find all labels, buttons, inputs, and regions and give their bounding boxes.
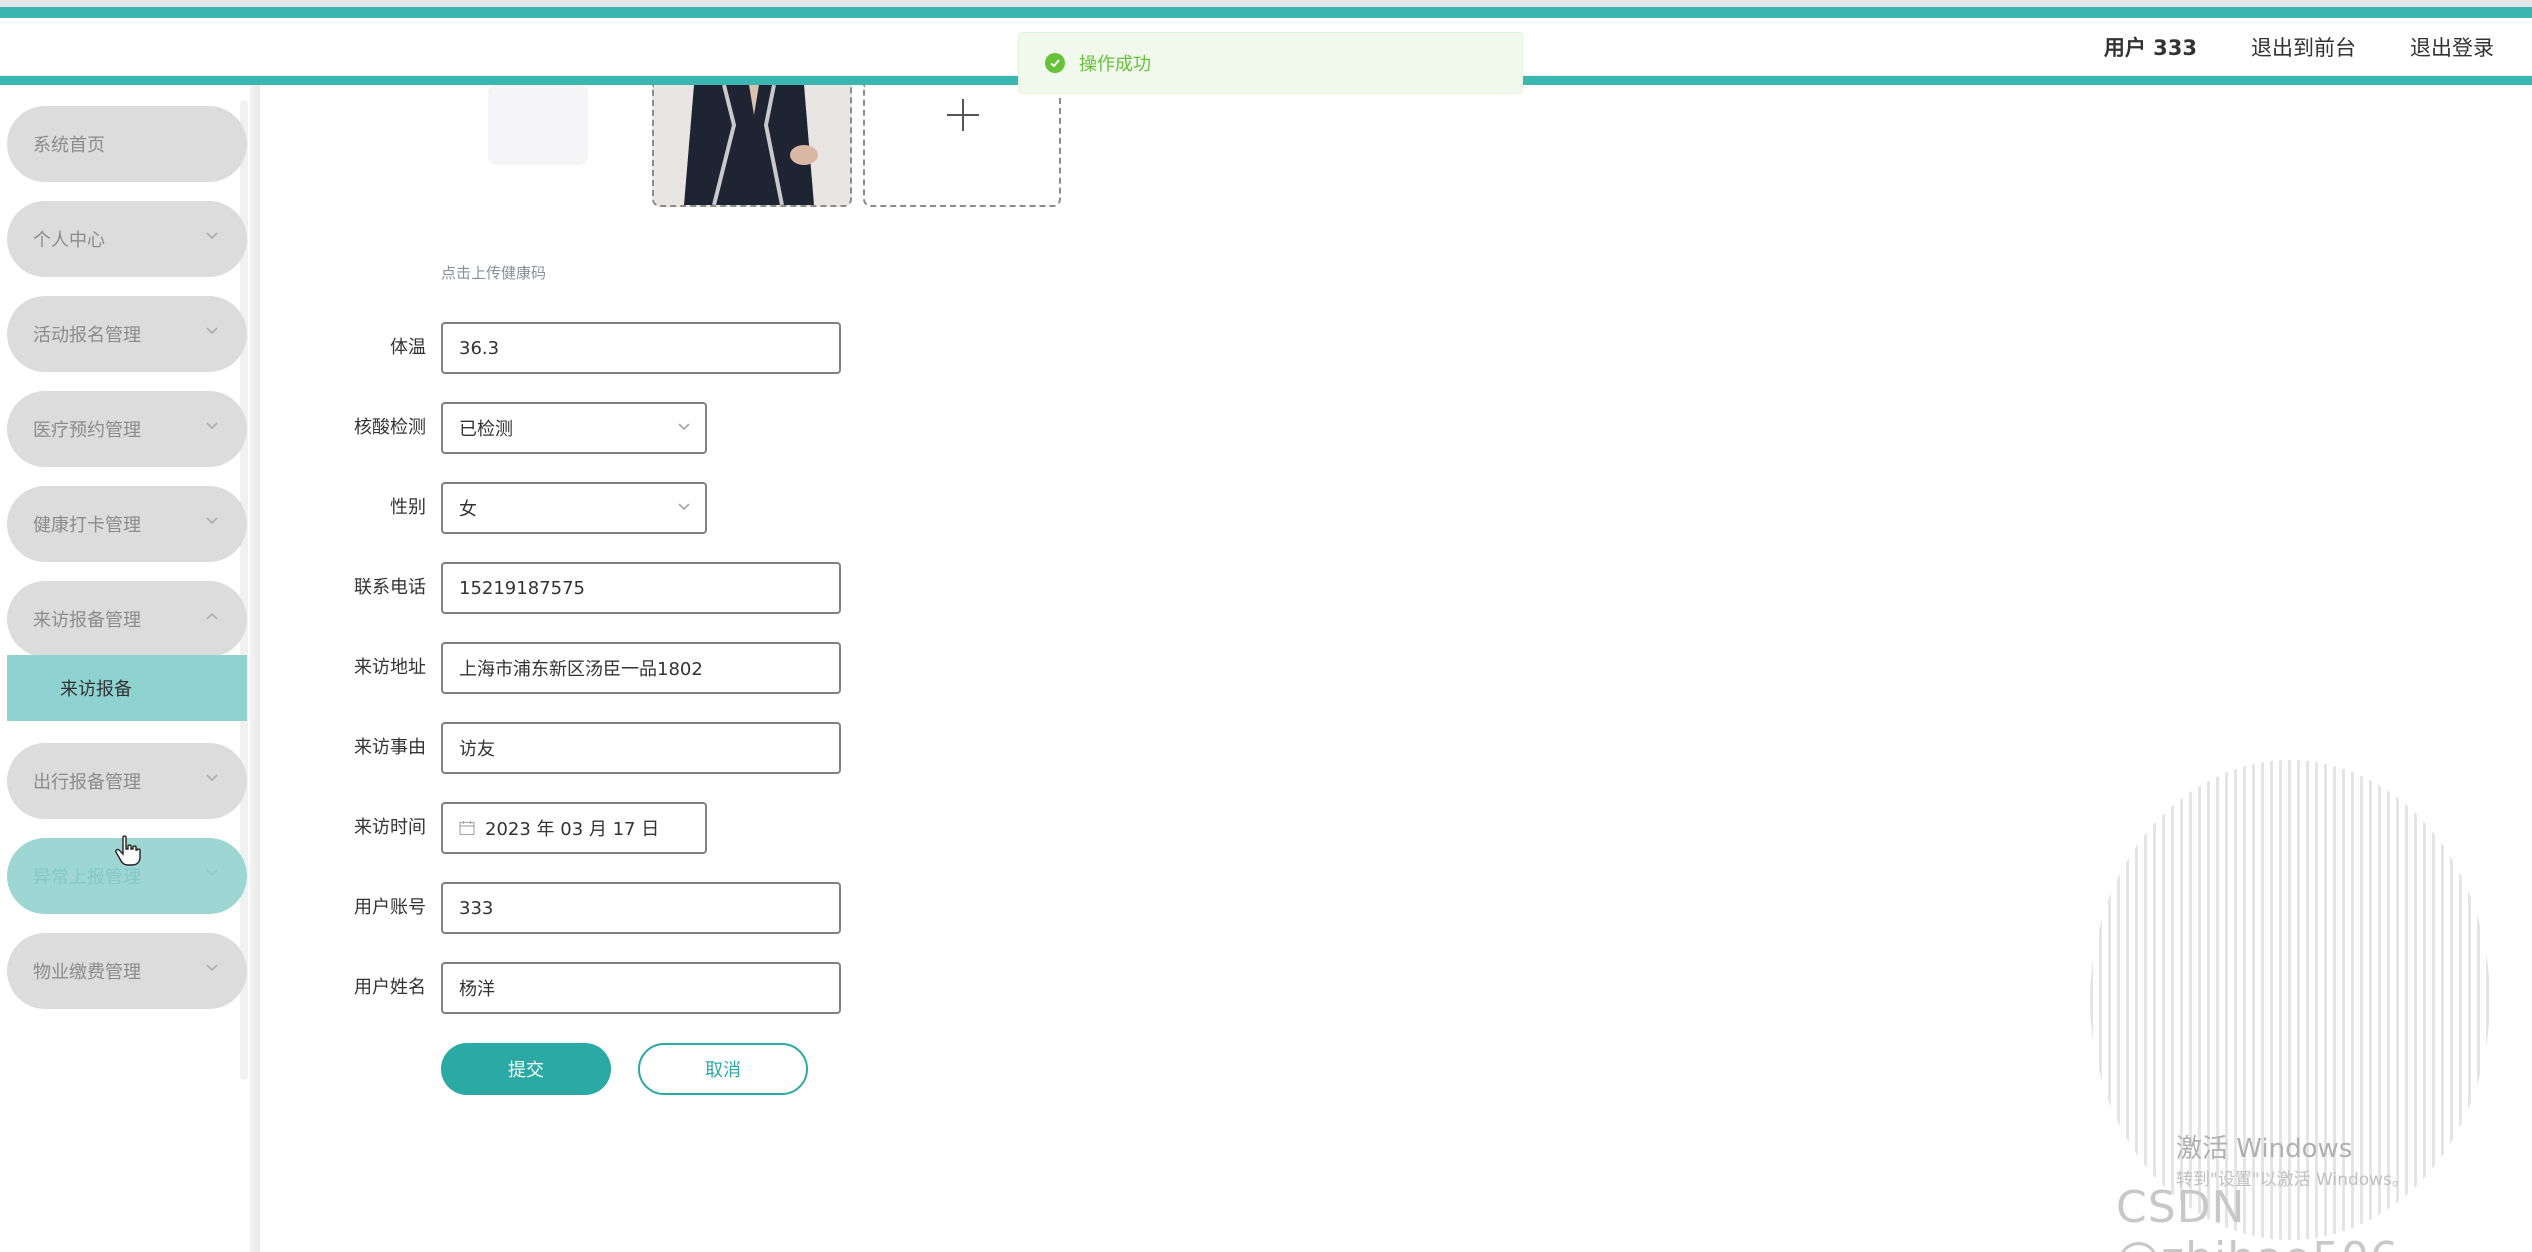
nucleic-test-label: 核酸检测 xyxy=(354,417,426,438)
sidebar-item-label: 来访报备管理 xyxy=(33,610,141,631)
chevron-down-icon xyxy=(206,232,218,240)
current-user: 用户 333 xyxy=(2103,36,2197,60)
submit-button[interactable]: 提交 xyxy=(441,1043,611,1095)
username-value: 杨洋 xyxy=(459,979,495,1000)
account-value: 333 xyxy=(459,897,494,919)
plus-icon xyxy=(947,99,979,131)
temperature-label: 体温 xyxy=(390,337,426,358)
sidebar-item-label: 健康打卡管理 xyxy=(33,515,141,536)
nucleic-test-select[interactable]: 已检测 xyxy=(441,402,707,454)
gender-select[interactable]: 女 xyxy=(441,482,707,534)
csdn-watermark: CSDN @zhihao506 xyxy=(2116,1182,2398,1252)
gender-value: 女 xyxy=(459,499,477,520)
sidebar-item-property-fee[interactable]: 物业缴费管理 xyxy=(7,933,247,1009)
submenu-item-visitor-report[interactable]: 来访报备 xyxy=(7,655,247,721)
upload-ghost-thumbnail xyxy=(488,85,588,165)
chevron-down-icon xyxy=(206,327,218,335)
sidebar-item-activity-signup[interactable]: 活动报名管理 xyxy=(7,296,247,372)
sidebar-item-label: 医疗预约管理 xyxy=(33,420,141,441)
gender-label: 性别 xyxy=(390,497,426,518)
health-code-thumbnail[interactable] xyxy=(652,85,852,207)
sidebar-item-travel-report[interactable]: 出行报备管理 xyxy=(7,743,247,819)
sidebar-item-personal-center[interactable]: 个人中心 xyxy=(7,201,247,277)
chevron-down-icon xyxy=(678,503,690,511)
sidebar-item-home[interactable]: 系统首页 xyxy=(7,106,247,182)
reason-label: 来访事由 xyxy=(354,737,426,758)
visit-time-picker[interactable]: 2023 年 03 月 17 日 xyxy=(441,802,707,854)
windows-activation-title: 激活 Windows xyxy=(2176,1134,2353,1164)
chevron-down-icon xyxy=(206,964,218,972)
sidebar-item-medical-appointment[interactable]: 医疗预约管理 xyxy=(7,391,247,467)
calendar-icon xyxy=(459,821,475,836)
top-line xyxy=(0,0,2532,7)
sidebar-item-label: 活动报名管理 xyxy=(33,325,141,346)
account-label: 用户账号 xyxy=(354,897,426,918)
temperature-input[interactable]: 36.3 xyxy=(441,322,841,374)
temperature-value: 36.3 xyxy=(459,337,500,359)
address-value: 上海市浦东新区汤臣一品1802 xyxy=(459,659,703,680)
cancel-button[interactable]: 取消 xyxy=(638,1043,808,1095)
chevron-down-icon xyxy=(206,517,218,525)
upload-add-button[interactable] xyxy=(863,85,1061,207)
chevron-down-icon xyxy=(678,423,690,431)
back-to-front-link[interactable]: 退出到前台 xyxy=(2251,32,2356,62)
sidebar-item-label: 物业缴费管理 xyxy=(33,962,141,983)
reason-input[interactable]: 访友 xyxy=(441,722,841,774)
sidebar-item-label: 出行报备管理 xyxy=(33,772,141,793)
submenu-item-label: 来访报备 xyxy=(60,679,132,700)
success-toast: 操作成功 xyxy=(1018,32,1523,94)
upload-tip: 点击上传健康码 xyxy=(441,264,547,282)
toast-message: 操作成功 xyxy=(1079,54,1151,75)
app-root: 用户 333 退出到前台 退出登录 操作成功 系统首页 个人中心 活动报名管理 … xyxy=(0,0,2532,1252)
chevron-up-icon xyxy=(206,612,218,620)
chevron-down-icon xyxy=(206,869,218,877)
nucleic-test-value: 已检测 xyxy=(459,419,513,440)
sidebar-divider xyxy=(250,85,260,1252)
person-photo-icon xyxy=(654,85,850,205)
reason-value: 访友 xyxy=(459,739,495,760)
success-check-icon xyxy=(1045,53,1065,73)
hand-cursor-icon xyxy=(115,835,141,866)
visit-time-value: 2023 年 03 月 17 日 xyxy=(485,819,660,840)
header-actions: 用户 333 退出到前台 退出登录 xyxy=(2104,18,2494,76)
chevron-down-icon xyxy=(206,774,218,782)
phone-input[interactable]: 15219187575 xyxy=(441,562,841,614)
address-input[interactable]: 上海市浦东新区汤臣一品1802 xyxy=(441,642,841,694)
sidebar-item-label: 系统首页 xyxy=(33,135,105,156)
sidebar-item-visitor-report[interactable]: 来访报备管理 xyxy=(7,581,247,657)
visit-time-label: 来访时间 xyxy=(354,817,426,838)
phone-value: 15219187575 xyxy=(459,577,585,599)
sidebar-item-health-checkin[interactable]: 健康打卡管理 xyxy=(7,486,247,562)
chevron-down-icon xyxy=(206,422,218,430)
username-input[interactable]: 杨洋 xyxy=(441,962,841,1014)
sidebar-item-label: 个人中心 xyxy=(33,230,105,251)
account-input[interactable]: 333 xyxy=(441,882,841,934)
address-label: 来访地址 xyxy=(354,657,426,678)
top-accent-bar xyxy=(0,7,2532,18)
phone-label: 联系电话 xyxy=(354,577,426,598)
username-label: 用户姓名 xyxy=(354,977,426,998)
logout-link[interactable]: 退出登录 xyxy=(2410,32,2494,62)
